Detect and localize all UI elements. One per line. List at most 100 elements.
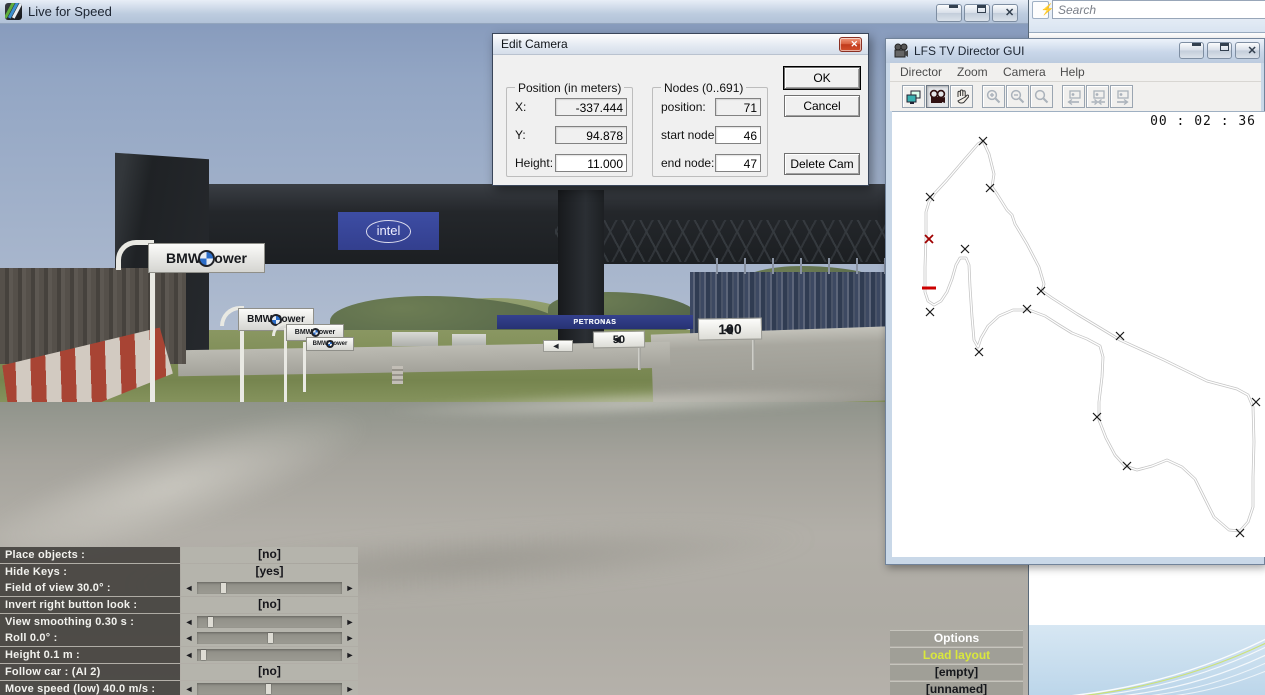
arrow-left-icon: ◀ <box>553 343 559 350</box>
field-label: Y: <box>515 128 526 142</box>
maximize-button[interactable] <box>964 4 990 22</box>
slider-track[interactable] <box>197 632 342 644</box>
slider-thumb[interactable] <box>268 633 273 643</box>
slider-left-arrow[interactable]: ◄ <box>183 582 195 594</box>
close-button[interactable]: ✕ <box>839 37 862 52</box>
slider-track[interactable] <box>197 616 342 628</box>
slider-left-arrow[interactable]: ◄ <box>183 616 195 628</box>
slider-right-arrow[interactable]: ► <box>344 683 356 695</box>
zoom-window-button[interactable] <box>1030 85 1053 108</box>
camera-prev-button[interactable] <box>1062 85 1085 108</box>
hud-label[interactable]: Invert right button look : <box>0 597 180 613</box>
hud-row: View smoothing 0.30 s : ◄ ► <box>0 614 358 630</box>
hud-value: [no] <box>258 547 281 561</box>
hud-row: Move speed (low) 40.0 m/s : ◄ ► <box>0 681 358 695</box>
hud-toggle[interactable]: [yes] <box>181 564 358 580</box>
camera-fit-button[interactable] <box>1086 85 1109 108</box>
tire-stack <box>392 366 403 384</box>
height-field[interactable]: 11.000 <box>555 154 627 172</box>
field-label: Height: <box>515 156 554 170</box>
slider-track[interactable] <box>197 683 342 695</box>
hud-slider[interactable]: ◄ ► <box>181 630 358 646</box>
distance-sign-small: ◀ <box>543 340 573 352</box>
position-x-field[interactable]: -337.444 <box>555 98 627 116</box>
camera-view-button[interactable] <box>926 85 949 108</box>
close-button[interactable]: ✕ <box>992 4 1018 22</box>
hud-label[interactable]: Follow car : (AI 2) <box>0 664 180 680</box>
slider-track[interactable] <box>197 649 342 661</box>
ok-button[interactable]: OK <box>783 66 861 90</box>
lfs-titlebar[interactable]: Live for Speed ✕ <box>0 0 1028 24</box>
hud-toggle[interactable]: [no] <box>181 597 358 613</box>
slider-right-arrow[interactable]: ► <box>344 632 356 644</box>
minimize-button[interactable] <box>936 4 962 22</box>
hud-side-button-options[interactable]: Options <box>890 630 1023 646</box>
slider-thumb[interactable] <box>201 650 206 660</box>
end-node-field[interactable]: 47 <box>715 154 761 172</box>
hud-toggle[interactable]: [no] <box>181 547 358 563</box>
close-icon: ✕ <box>850 39 859 49</box>
field-label: start node: <box>661 128 718 142</box>
hud-label[interactable]: Move speed (low) 40.0 m/s : <box>0 681 180 695</box>
zoom-out-button[interactable] <box>1006 85 1029 108</box>
hud-value: [no] <box>258 597 281 611</box>
slider-track[interactable] <box>197 582 342 594</box>
browser-tool-button[interactable]: ⚡ <box>1032 1 1054 19</box>
slider-right-arrow[interactable]: ► <box>344 582 356 594</box>
start-node-field[interactable]: 46 <box>715 126 761 144</box>
delete-cam-button[interactable]: Delete Cam <box>784 153 860 175</box>
hud-slider[interactable]: ◄ ► <box>181 614 358 630</box>
hud-row: Place objects : [no] <box>0 547 358 563</box>
hud-row: Roll 0.0° : ◄ ► <box>0 630 358 646</box>
close-button[interactable]: ✕ <box>1235 42 1260 59</box>
screen: ⚡ Search intel PETRONAS PETRONAS PETRONA… <box>0 0 1265 695</box>
hud-label[interactable]: Hide Keys : <box>0 564 180 580</box>
hud-label[interactable]: Field of view 30.0° : <box>0 580 180 596</box>
tv-titlebar[interactable]: LFS TV Director GUI ✕ <box>886 39 1264 63</box>
slider-left-arrow[interactable]: ◄ <box>183 632 195 644</box>
slider-thumb[interactable] <box>266 684 271 694</box>
track-map[interactable] <box>892 126 1265 558</box>
cancel-button[interactable]: Cancel <box>784 95 860 117</box>
hud-label[interactable]: Place objects : <box>0 547 180 563</box>
hud-slider[interactable]: ◄ ► <box>181 580 358 596</box>
hud-slider[interactable]: ◄ ► <box>181 681 358 695</box>
zoom-in-button[interactable] <box>982 85 1005 108</box>
window-title: LFS TV Director GUI <box>914 44 1025 58</box>
field-label: X: <box>515 100 527 114</box>
track-map-canvas[interactable]: 00 : 02 : 36 <box>892 111 1265 557</box>
hud-label[interactable]: Height 0.1 m : <box>0 647 180 663</box>
slider-left-arrow[interactable]: ◄ <box>183 649 195 661</box>
hud-row: Height 0.1 m : ◄ ► <box>0 647 358 663</box>
dialog-titlebar[interactable]: Edit Camera ✕ <box>493 34 868 55</box>
hud-label[interactable]: Roll 0.0° : <box>0 630 180 646</box>
hud-side-button-loadlayout[interactable]: Load layout <box>890 647 1023 663</box>
minimize-button[interactable] <box>1179 42 1204 59</box>
slider-left-arrow[interactable]: ◄ <box>183 683 195 695</box>
maximize-icon <box>977 5 986 13</box>
slider-thumb[interactable] <box>221 583 226 593</box>
slider-thumb[interactable] <box>208 617 213 627</box>
position-y-field[interactable]: 94.878 <box>555 126 627 144</box>
pan-hand-button[interactable] <box>950 85 973 108</box>
node-position-field[interactable]: 71 <box>715 98 761 116</box>
distance-sign-50: ◀ 50 <box>592 330 646 349</box>
screen-select-button[interactable] <box>902 85 925 108</box>
hud-label[interactable]: View smoothing 0.30 s : <box>0 614 180 630</box>
slider-right-arrow[interactable]: ► <box>344 649 356 661</box>
hud-side-button-empty[interactable]: [empty] <box>890 664 1023 680</box>
hud-value: [no] <box>258 664 281 678</box>
menu-zoom[interactable]: Zoom <box>957 65 988 79</box>
hud-side-button-unnamed[interactable]: [unnamed] <box>890 681 1023 695</box>
menu-help[interactable]: Help <box>1060 65 1085 79</box>
menu-camera[interactable]: Camera <box>1003 65 1046 79</box>
slider-right-arrow[interactable]: ► <box>344 616 356 628</box>
menu-director[interactable]: Director <box>900 65 942 79</box>
maximize-button[interactable] <box>1207 42 1232 59</box>
hud-slider[interactable]: ◄ ► <box>181 647 358 663</box>
hud-toggle[interactable]: [no] <box>181 664 358 680</box>
search-input[interactable]: Search <box>1052 0 1265 19</box>
tv-menubar: Director Zoom Camera Help <box>890 63 1261 82</box>
camera-next-button[interactable] <box>1110 85 1133 108</box>
close-icon: ✕ <box>1247 45 1257 57</box>
